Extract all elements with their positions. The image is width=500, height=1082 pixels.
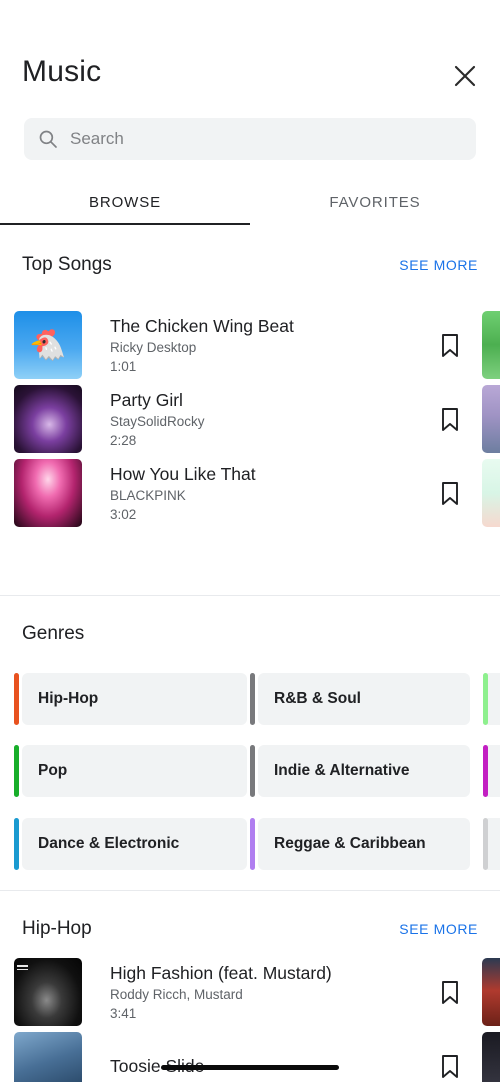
genre-accent-bar xyxy=(14,818,19,870)
genre-label: Pop xyxy=(38,762,68,779)
tab-active-indicator xyxy=(0,223,250,225)
tab-bar: BROWSE FAVORITES xyxy=(0,182,500,225)
bookmark-icon[interactable] xyxy=(433,476,467,510)
genre-label: Dance & Electronic xyxy=(38,835,180,852)
next-album-art-peek[interactable] xyxy=(482,385,500,453)
album-art: 🐔 xyxy=(14,311,82,379)
album-art xyxy=(14,459,82,527)
song-title: How You Like That xyxy=(110,463,256,484)
bookmark-icon[interactable] xyxy=(433,328,467,362)
album-art-glyph: 🐔 xyxy=(29,328,67,362)
see-more-top-songs[interactable]: SEE MORE xyxy=(399,257,478,273)
genre-chip-dance-electronic[interactable]: Dance & Electronic xyxy=(14,818,247,870)
song-duration: 2:28 xyxy=(110,432,137,448)
bookmark-icon[interactable] xyxy=(433,975,467,1009)
genre-chip-rnb-soul[interactable]: R&B & Soul xyxy=(250,673,470,725)
tab-favorites[interactable]: FAVORITES xyxy=(250,182,500,222)
song-row[interactable]: 🐔 The Chicken Wing Beat Ricky Desktop 1:… xyxy=(0,308,500,382)
page-title: Music xyxy=(22,55,102,88)
genre-chip-reggae-caribbean[interactable]: Reggae & Caribbean xyxy=(250,818,470,870)
song-title: High Fashion (feat. Mustard) xyxy=(110,962,332,983)
genre-label: R&B & Soul xyxy=(274,690,361,707)
next-album-art-peek[interactable] xyxy=(482,958,500,1026)
song-artist: Ricky Desktop xyxy=(110,339,197,355)
genre-chip-pop[interactable]: Pop xyxy=(14,745,247,797)
album-art xyxy=(14,958,82,1026)
genre-chip-indie-alternative[interactable]: Indie & Alternative xyxy=(250,745,470,797)
genre-accent-bar xyxy=(250,745,255,797)
section-title: Hip-Hop xyxy=(22,918,92,939)
song-meta: High Fashion (feat. Mustard) Roddy Ricch… xyxy=(110,962,433,1023)
search-icon xyxy=(38,129,58,149)
next-album-art-peek[interactable] xyxy=(482,311,500,379)
drag-handle-icon[interactable] xyxy=(17,965,28,972)
song-duration: 3:02 xyxy=(110,506,137,522)
next-album-art-peek[interactable] xyxy=(482,459,500,527)
album-art-glyph xyxy=(14,385,82,453)
genre-accent-bar xyxy=(250,818,255,870)
section-header-genres: Genres xyxy=(0,623,500,657)
genre-label: Hip-Hop xyxy=(38,690,99,707)
song-title: Party Girl xyxy=(110,389,183,410)
bookmark-icon[interactable] xyxy=(433,1049,467,1082)
genre-chip-peek[interactable] xyxy=(483,818,500,870)
song-row[interactable]: How You Like That BLACKPINK 3:02 xyxy=(0,456,500,530)
song-artist: Roddy Ricch, Mustard xyxy=(110,986,243,1002)
genre-accent-bar xyxy=(250,673,255,725)
genre-chip-peek[interactable] xyxy=(483,673,500,725)
next-album-art-peek[interactable] xyxy=(482,1032,500,1082)
section-header-top-songs: Top Songs SEE MORE xyxy=(0,254,500,288)
close-icon[interactable] xyxy=(448,59,482,93)
song-meta: The Chicken Wing Beat Ricky Desktop 1:01 xyxy=(110,315,433,376)
genre-chip-hip-hop[interactable]: Hip-Hop xyxy=(14,673,247,725)
song-artist: BLACKPINK xyxy=(110,487,186,503)
song-row[interactable]: Toosie Slide xyxy=(0,1029,500,1082)
genre-chip-peek[interactable] xyxy=(483,745,500,797)
song-meta: Party Girl StaySolidRocky 2:28 xyxy=(110,389,433,450)
album-art xyxy=(14,385,82,453)
section-header-hip-hop: Hip-Hop SEE MORE xyxy=(0,918,500,952)
genre-accent-bar xyxy=(14,673,19,725)
see-more-hip-hop[interactable]: SEE MORE xyxy=(399,921,478,937)
section-divider xyxy=(0,890,500,891)
genre-label: Indie & Alternative xyxy=(274,762,410,779)
song-duration: 1:01 xyxy=(110,358,137,374)
genre-accent-bar xyxy=(483,818,488,870)
search-input[interactable] xyxy=(70,129,462,149)
genre-label: Reggae & Caribbean xyxy=(274,835,426,852)
genre-accent-bar xyxy=(483,745,488,797)
section-divider xyxy=(0,595,500,596)
section-title: Top Songs xyxy=(22,254,112,275)
song-row[interactable]: Party Girl StaySolidRocky 2:28 xyxy=(0,382,500,456)
section-title: Genres xyxy=(22,623,85,644)
search-bar[interactable] xyxy=(24,118,476,160)
song-row[interactable]: High Fashion (feat. Mustard) Roddy Ricch… xyxy=(0,955,500,1029)
app-header: Music xyxy=(0,55,500,107)
bookmark-icon[interactable] xyxy=(433,402,467,436)
home-indicator xyxy=(161,1065,339,1070)
genre-accent-bar xyxy=(483,673,488,725)
tab-browse[interactable]: BROWSE xyxy=(0,182,250,222)
song-duration: 3:41 xyxy=(110,1005,137,1021)
song-title: The Chicken Wing Beat xyxy=(110,315,294,336)
song-artist: StaySolidRocky xyxy=(110,413,205,429)
album-art-glyph xyxy=(14,1032,82,1082)
music-app-screen: Music BROWSE FAVORITES Top Songs SEE MOR… xyxy=(0,0,500,1082)
album-art xyxy=(14,1032,82,1082)
genre-accent-bar xyxy=(14,745,19,797)
album-art-glyph xyxy=(14,459,82,527)
song-meta: How You Like That BLACKPINK 3:02 xyxy=(110,463,433,524)
